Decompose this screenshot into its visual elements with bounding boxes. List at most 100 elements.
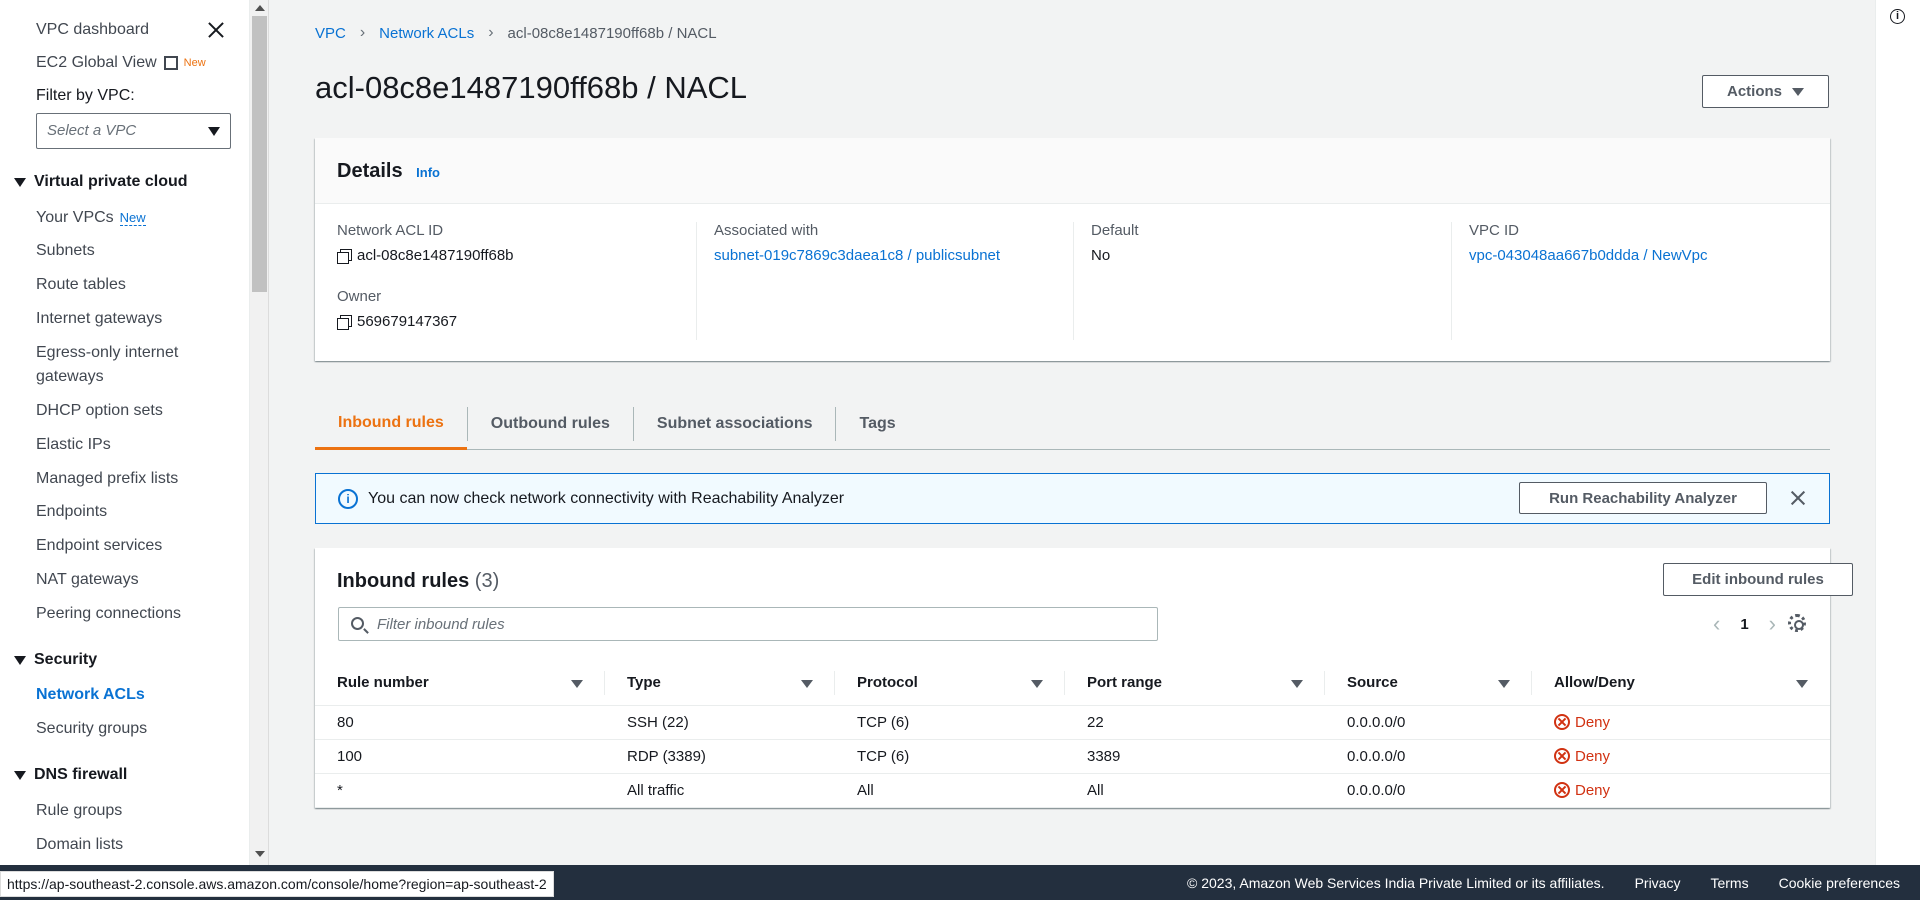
copyright-text: © 2023, Amazon Web Services India Privat…: [1187, 875, 1605, 891]
actions-button[interactable]: Actions: [1702, 75, 1829, 108]
info-link[interactable]: Info: [416, 165, 440, 180]
sidebar-scrollbar[interactable]: [250, 0, 269, 865]
nav-dhcp-option-sets[interactable]: DHCP option sets: [36, 401, 163, 421]
deny-label: Deny: [1575, 781, 1611, 799]
sort-caret-icon[interactable]: [1291, 680, 1303, 688]
sort-caret-icon[interactable]: [801, 680, 813, 688]
breadcrumb-network-acls[interactable]: Network ACLs: [379, 25, 474, 42]
cell-protocol: All: [835, 773, 1065, 808]
tab-tags[interactable]: Tags: [836, 398, 918, 450]
breadcrumb-current: acl-08c8e1487190ff68b / NACL: [507, 24, 717, 42]
deny-label: Deny: [1575, 747, 1611, 765]
nav-domain-lists[interactable]: Domain lists: [36, 835, 123, 855]
column-label: Allow/Deny: [1554, 674, 1635, 692]
terms-link[interactable]: Terms: [1710, 875, 1748, 891]
nav-endpoint-services[interactable]: Endpoint services: [36, 536, 162, 556]
privacy-link[interactable]: Privacy: [1635, 875, 1681, 891]
nav-ec2-global-view[interactable]: EC2 Global View New: [36, 53, 206, 73]
new-badge: New: [183, 57, 206, 69]
chevron-right-icon[interactable]: ›: [1769, 611, 1776, 637]
tab-subnet-associations[interactable]: Subnet associations: [634, 398, 836, 450]
column-header-type[interactable]: Type: [605, 661, 835, 706]
sort-caret-icon[interactable]: [1031, 680, 1043, 688]
close-icon[interactable]: [1789, 489, 1807, 507]
column-label: Protocol: [857, 674, 918, 692]
acl-id-label: Network ACL ID: [337, 222, 444, 239]
scroll-thumb[interactable]: [252, 16, 267, 292]
default-field: Default No: [1091, 222, 1139, 264]
tab-outbound-rules[interactable]: Outbound rules: [468, 398, 633, 450]
cell-source: 0.0.0.0/0: [1325, 705, 1532, 740]
vpc-filter-placeholder: Select a VPC: [47, 122, 137, 139]
column-divider: [1073, 222, 1074, 340]
nav-internet-gateways[interactable]: Internet gateways: [36, 309, 162, 329]
search-icon: [351, 617, 364, 630]
nav-endpoints[interactable]: Endpoints: [36, 502, 107, 522]
column-divider: [1451, 222, 1452, 340]
rules-count: (3): [474, 570, 500, 592]
column-header-rule-number[interactable]: Rule number: [315, 661, 605, 706]
cell-rule-number: 80: [315, 705, 605, 740]
nav-rule-groups[interactable]: Rule groups: [36, 801, 122, 821]
cell-port-range: 3389: [1065, 739, 1325, 774]
column-header-protocol[interactable]: Protocol: [835, 661, 1065, 706]
sort-caret-icon[interactable]: [1796, 680, 1808, 688]
scroll-down-icon[interactable]: [255, 851, 265, 857]
section-security[interactable]: Security: [14, 651, 97, 669]
details-header: Details Info: [315, 138, 1830, 204]
details-panel: Details Info Network ACL ID acl-08c8e148…: [315, 138, 1830, 361]
nav-egress-only-gateways[interactable]: Egress-only internet gateways: [36, 343, 178, 387]
nav-elastic-ips[interactable]: Elastic IPs: [36, 435, 111, 455]
nav-managed-prefix-lists[interactable]: Managed prefix lists: [36, 469, 178, 489]
column-label: Type: [627, 674, 661, 692]
sort-caret-icon[interactable]: [1498, 680, 1510, 688]
column-header-allow-deny[interactable]: Allow/Deny: [1532, 661, 1830, 706]
column-label: Rule number: [337, 674, 429, 692]
vpc-id-link[interactable]: vpc-043048aa667b0ddda / NewVpc: [1469, 247, 1708, 264]
column-header-source[interactable]: Source: [1325, 661, 1532, 706]
page-title: acl-08c8e1487190ff68b / NACL: [315, 70, 748, 105]
nav-security-groups[interactable]: Security groups: [36, 719, 147, 739]
nav-network-acls[interactable]: Network ACLs: [36, 685, 145, 705]
nav-route-tables[interactable]: Route tables: [36, 275, 126, 295]
deny-icon: [1554, 714, 1570, 730]
edit-inbound-rules-button[interactable]: Edit inbound rules: [1663, 563, 1853, 596]
run-reachability-analyzer-button[interactable]: Run Reachability Analyzer: [1519, 482, 1767, 514]
cookie-preferences-link[interactable]: Cookie preferences: [1779, 875, 1900, 891]
column-header-port-range[interactable]: Port range: [1065, 661, 1325, 706]
associated-subnet-link[interactable]: subnet-019c7869c3daea1c8 / publicsubnet: [714, 247, 1000, 264]
table-row[interactable]: 100 RDP (3389) TCP (6) 3389 0.0.0.0/0 De…: [315, 739, 1830, 774]
table-row[interactable]: 80 SSH (22) TCP (6) 22 0.0.0.0/0 Deny: [315, 705, 1830, 740]
nav-vpc-dashboard[interactable]: VPC dashboard: [36, 20, 149, 40]
copy-icon[interactable]: [337, 248, 352, 264]
cell-allow-deny: Deny: [1532, 705, 1830, 740]
tools-rail: i: [1875, 0, 1920, 865]
scroll-up-icon[interactable]: [255, 5, 265, 11]
vpc-filter-select[interactable]: Select a VPC: [36, 113, 231, 149]
vpc-id-label: VPC ID: [1469, 222, 1520, 239]
copy-icon[interactable]: [337, 314, 352, 330]
table-row[interactable]: * All traffic All All 0.0.0.0/0 Deny: [315, 773, 1830, 808]
page-number[interactable]: 1: [1740, 616, 1748, 633]
side-navigation: VPC dashboard EC2 Global View New Filter…: [0, 0, 250, 865]
deny-icon: [1554, 748, 1570, 764]
nav-your-vpcs[interactable]: Your VPCs New: [36, 208, 146, 228]
tab-inbound-rules[interactable]: Inbound rules: [315, 398, 467, 450]
nav-nat-gateways[interactable]: NAT gateways: [36, 570, 139, 590]
chevron-left-icon[interactable]: ‹: [1713, 611, 1720, 637]
breadcrumb-vpc[interactable]: VPC: [315, 25, 346, 42]
sort-caret-icon[interactable]: [571, 680, 583, 688]
table-header-row: Rule number Type Protocol Port range Sou…: [315, 661, 1830, 706]
nav-subnets[interactable]: Subnets: [36, 241, 95, 261]
info-icon[interactable]: i: [1890, 9, 1905, 24]
section-dns-firewall[interactable]: DNS firewall: [14, 766, 127, 784]
filter-inbound-rules-input[interactable]: Filter inbound rules: [338, 607, 1158, 641]
close-nav-icon[interactable]: [206, 20, 226, 40]
section-virtual-private-cloud[interactable]: Virtual private cloud: [14, 173, 188, 191]
filter-by-vpc-label: Filter by VPC:: [36, 87, 135, 104]
chevron-right-icon: ›: [488, 24, 494, 41]
gear-icon[interactable]: [1788, 614, 1806, 632]
owner-label: Owner: [337, 288, 382, 305]
nav-peering-connections[interactable]: Peering connections: [36, 604, 181, 624]
cell-protocol: TCP (6): [835, 705, 1065, 740]
